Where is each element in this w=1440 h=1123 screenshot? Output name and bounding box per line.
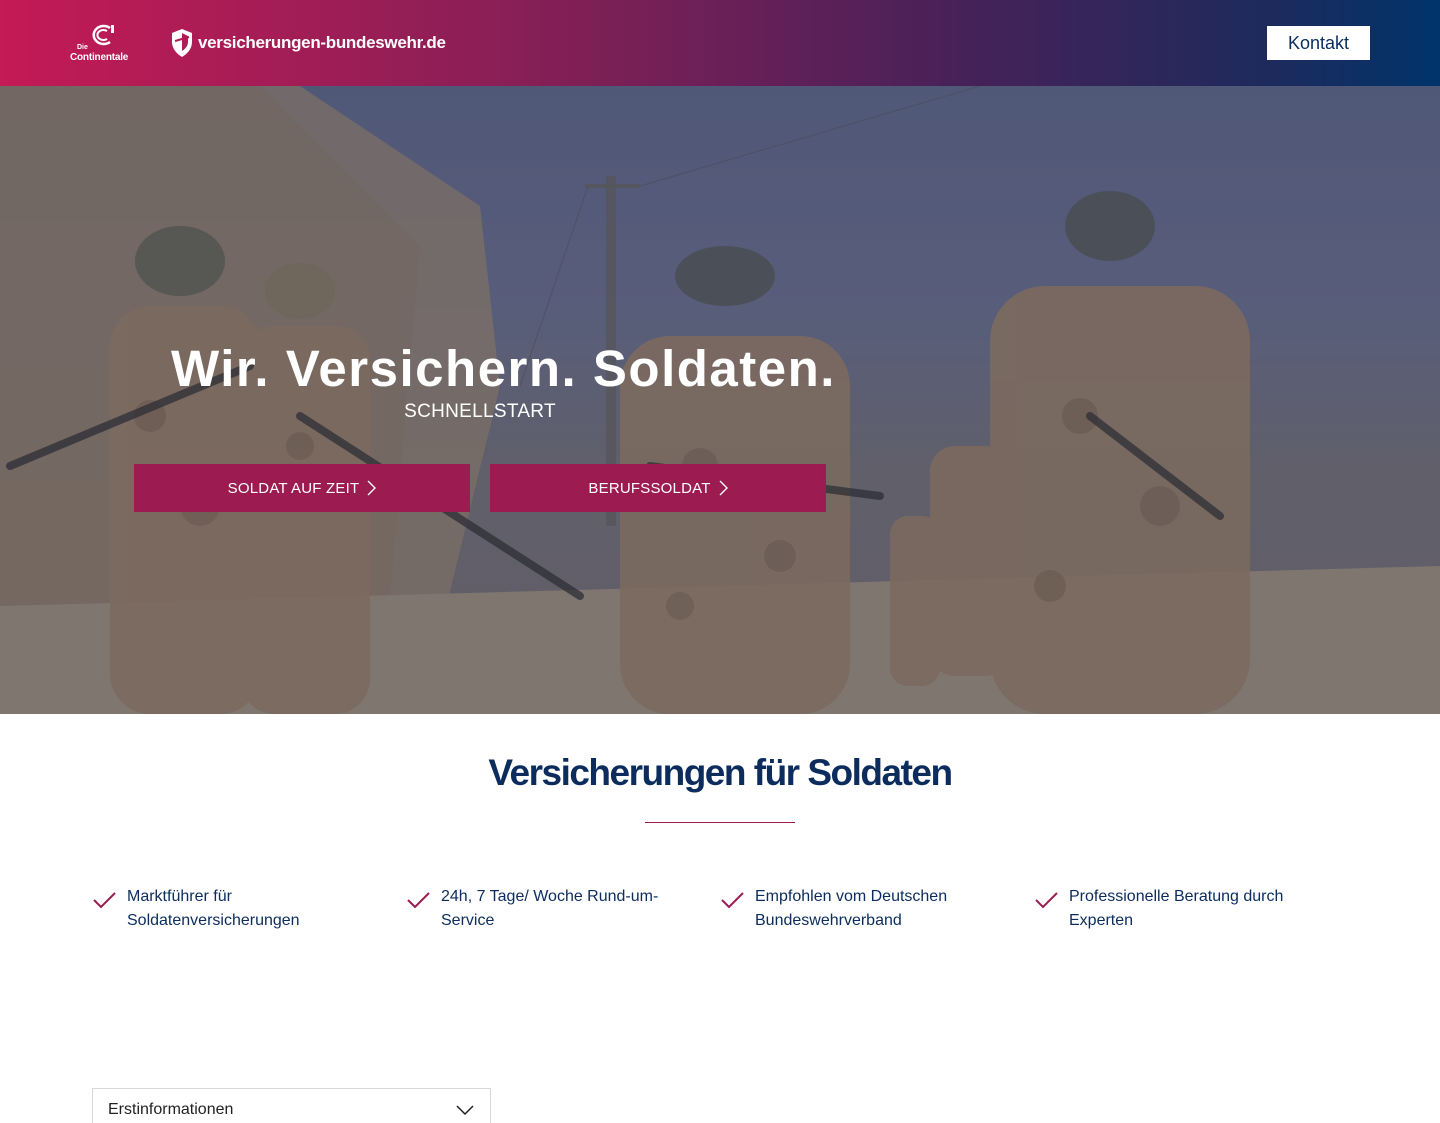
berufssoldat-button[interactable]: BERUFSSOLDAT [490,464,826,512]
feature-text: 24h, 7 Tage/ Woche Rund-um-Service [441,888,659,929]
check-icon [721,892,744,909]
feature-list: Marktführer für Soldatenversicherungen 2… [92,885,1348,933]
section-divider [645,822,795,823]
contact-button[interactable]: Kontakt [1267,26,1370,60]
feature-item: Empfohlen vom Deutschen Bundeswehrverban… [720,885,1034,933]
feature-item: Marktführer für Soldatenversicherungen [92,885,406,933]
feature-text: Professionelle Beratung durch Experten [1069,888,1284,929]
hero-background-image [0,86,1440,714]
berufssoldat-label: BERUFSSOLDAT [588,479,711,497]
chevron-down-icon [456,1105,474,1115]
info-select[interactable]: Erstinformationen [92,1088,491,1123]
site-logo[interactable]: versicherungen-bundeswehr.de [170,28,446,58]
feature-item: 24h, 7 Tage/ Woche Rund-um-Service [406,885,720,933]
info-select-value: Erstinformationen [108,1101,234,1118]
soldat-auf-zeit-button[interactable]: SOLDAT AUF ZEIT [134,464,470,512]
continentale-logo[interactable]: Die Continentale [70,24,132,64]
site-header: Die Continentale versicherungen-bundeswe… [0,0,1440,86]
conti-logo-prefix: Die [77,44,88,51]
feature-item: Professionelle Beratung durch Experten [1034,885,1348,933]
check-icon [93,892,116,909]
feature-text: Marktführer für Soldatenversicherungen [127,888,300,929]
hero-banner: Wir. Versichern. Soldaten. SCHNELLSTART … [0,86,1440,714]
check-icon [1035,892,1058,909]
conti-logo-name: Continentale [70,52,129,63]
section-title: Versicherungen für Soldaten [488,752,953,793]
site-logo-text: versicherungen-bundeswehr.de [198,33,446,52]
feature-text: Empfohlen vom Deutschen Bundeswehrverban… [755,888,948,929]
conti-logo-icon [92,24,114,46]
hero-subtitle: SCHNELLSTART [404,401,556,422]
hero-title: Wir. Versichern. Soldaten. [171,340,836,397]
shield-icon [172,29,192,57]
chevron-right-icon [719,480,728,496]
check-icon [407,892,430,909]
soldat-auf-zeit-label: SOLDAT AUF ZEIT [227,479,360,497]
chevron-right-icon [367,480,377,496]
